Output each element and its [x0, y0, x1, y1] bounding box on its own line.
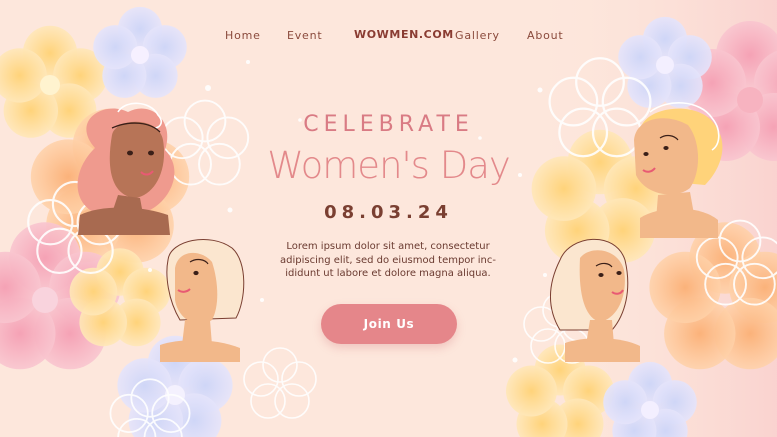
join-us-button[interactable]: Join Us: [321, 304, 457, 344]
hero-description: Lorem ipsum dolor sit amet, consectetur …: [258, 240, 518, 281]
hero-section: CELEBRATE Women's Day 08.03.24 Lorem ips…: [0, 0, 777, 437]
hero-description-line: adipiscing elit, sed do eiusmod tempor i…: [280, 254, 496, 266]
hero-description-line: Lorem ipsum dolor sit amet, consectetur: [286, 241, 490, 252]
hero-eyebrow: CELEBRATE: [303, 112, 474, 137]
hero-title: Women's Day: [267, 144, 511, 187]
hero-description-line: ididunt ut labore et dolore magna aliqua…: [285, 268, 491, 279]
landing-page: Home Event WOWMEN.COM Gallery About CELE…: [0, 0, 777, 437]
event-date: 08.03.24: [324, 202, 453, 223]
